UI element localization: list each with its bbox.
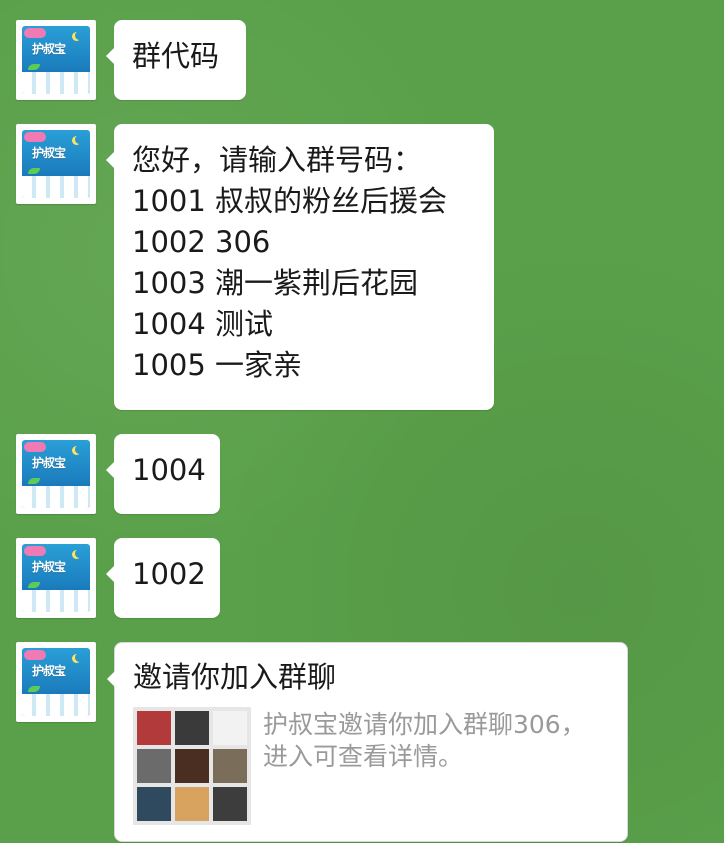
sender-avatar[interactable]: 护叔宝 [16, 124, 96, 204]
sender-avatar[interactable]: 护叔宝 [16, 20, 96, 100]
message-text: 您好，请输入群号码： [132, 143, 423, 177]
group-member-thumbnail [137, 711, 171, 745]
invite-card-description: 护叔宝邀请你加入群聊306，进入可查看详情。 [263, 710, 586, 771]
invite-card-title: 邀请你加入群聊 [133, 660, 337, 694]
message-bubble[interactable]: 您好，请输入群号码： 1001 叔叔的粉丝后援会 1002 306 1003 潮… [106, 124, 494, 410]
group-member-thumbnail [175, 749, 209, 783]
message-bubble[interactable]: 群代码 [106, 20, 246, 100]
invite-card-body: 护叔宝邀请你加入群聊306，进入可查看详情。 [133, 707, 609, 831]
message-text: 1003 潮一紫荆后花园 [132, 266, 419, 300]
group-member-thumbnail [175, 711, 209, 745]
sanitary-pad-pack-icon: 护叔宝 [22, 544, 90, 612]
message-text: 1004 测试 [132, 307, 274, 341]
message-bubble[interactable]: 1004 [106, 434, 220, 514]
message-text: 1004 [132, 453, 206, 487]
sender-avatar[interactable]: 护叔宝 [16, 434, 96, 514]
group-avatar-grid [133, 707, 251, 825]
message-text: 1001 叔叔的粉丝后援会 [132, 184, 448, 218]
message-text: 1002 [132, 557, 206, 591]
sanitary-pad-pack-icon: 护叔宝 [22, 440, 90, 508]
message-text: 群代码 [132, 39, 220, 73]
group-member-thumbnail [137, 749, 171, 783]
group-member-thumbnail [213, 711, 247, 745]
sender-avatar[interactable]: 护叔宝 [16, 538, 96, 618]
group-member-thumbnail [137, 787, 171, 821]
sender-avatar[interactable]: 护叔宝 [16, 642, 96, 722]
message-text: 1002 306 [132, 225, 271, 259]
group-member-thumbnail [175, 787, 209, 821]
group-member-thumbnail [213, 787, 247, 821]
group-member-thumbnail [213, 749, 247, 783]
sanitary-pad-pack-icon: 护叔宝 [22, 26, 90, 94]
group-invite-card[interactable]: 邀请你加入群聊 护叔宝邀请你加入群聊306，进入可查看详情。 [107, 642, 628, 842]
message-text: 1005 一家亲 [132, 348, 303, 382]
sanitary-pad-pack-icon: 护叔宝 [22, 648, 90, 716]
message-bubble[interactable]: 1002 [106, 538, 220, 618]
sanitary-pad-pack-icon: 护叔宝 [22, 130, 90, 198]
